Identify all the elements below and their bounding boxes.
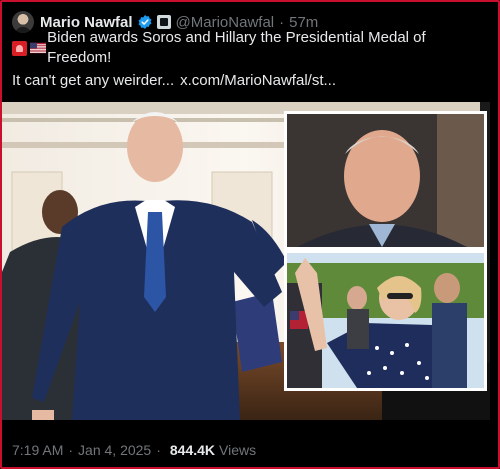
soros-portrait [287, 114, 484, 247]
us-flag-emoji-icon [29, 42, 47, 54]
inset-photo-hillary[interactable] [284, 250, 487, 391]
tweet-line-1: Biden awards Soros and Hillary the Presi… [47, 29, 426, 66]
post-time[interactable]: 7:19 AM [12, 442, 63, 458]
views-label: Views [219, 442, 257, 458]
inset-photo-soros[interactable] [284, 111, 487, 250]
views-count: 844.4K [169, 442, 216, 458]
siren-emoji-icon [12, 40, 27, 56]
tweet-media[interactable] [2, 102, 490, 420]
hillary-photo [287, 253, 484, 388]
tweet-meta: 7:19 AM · Jan 4, 2025 · 844.4K Views [12, 442, 256, 458]
tweet-body: Biden awards Soros and Hillary the Presi… [12, 29, 482, 91]
meta-separator: · [68, 442, 74, 458]
meta-separator-2: · [156, 442, 161, 458]
post-date[interactable]: Jan 4, 2025 [78, 442, 151, 458]
tweet-link[interactable]: x.com/MarioNawfal/st... [180, 71, 336, 91]
affiliate-badge-icon[interactable] [156, 15, 171, 29]
tweet-line-2: It can't get any weirder... [12, 72, 175, 89]
author-avatar[interactable] [12, 11, 34, 33]
